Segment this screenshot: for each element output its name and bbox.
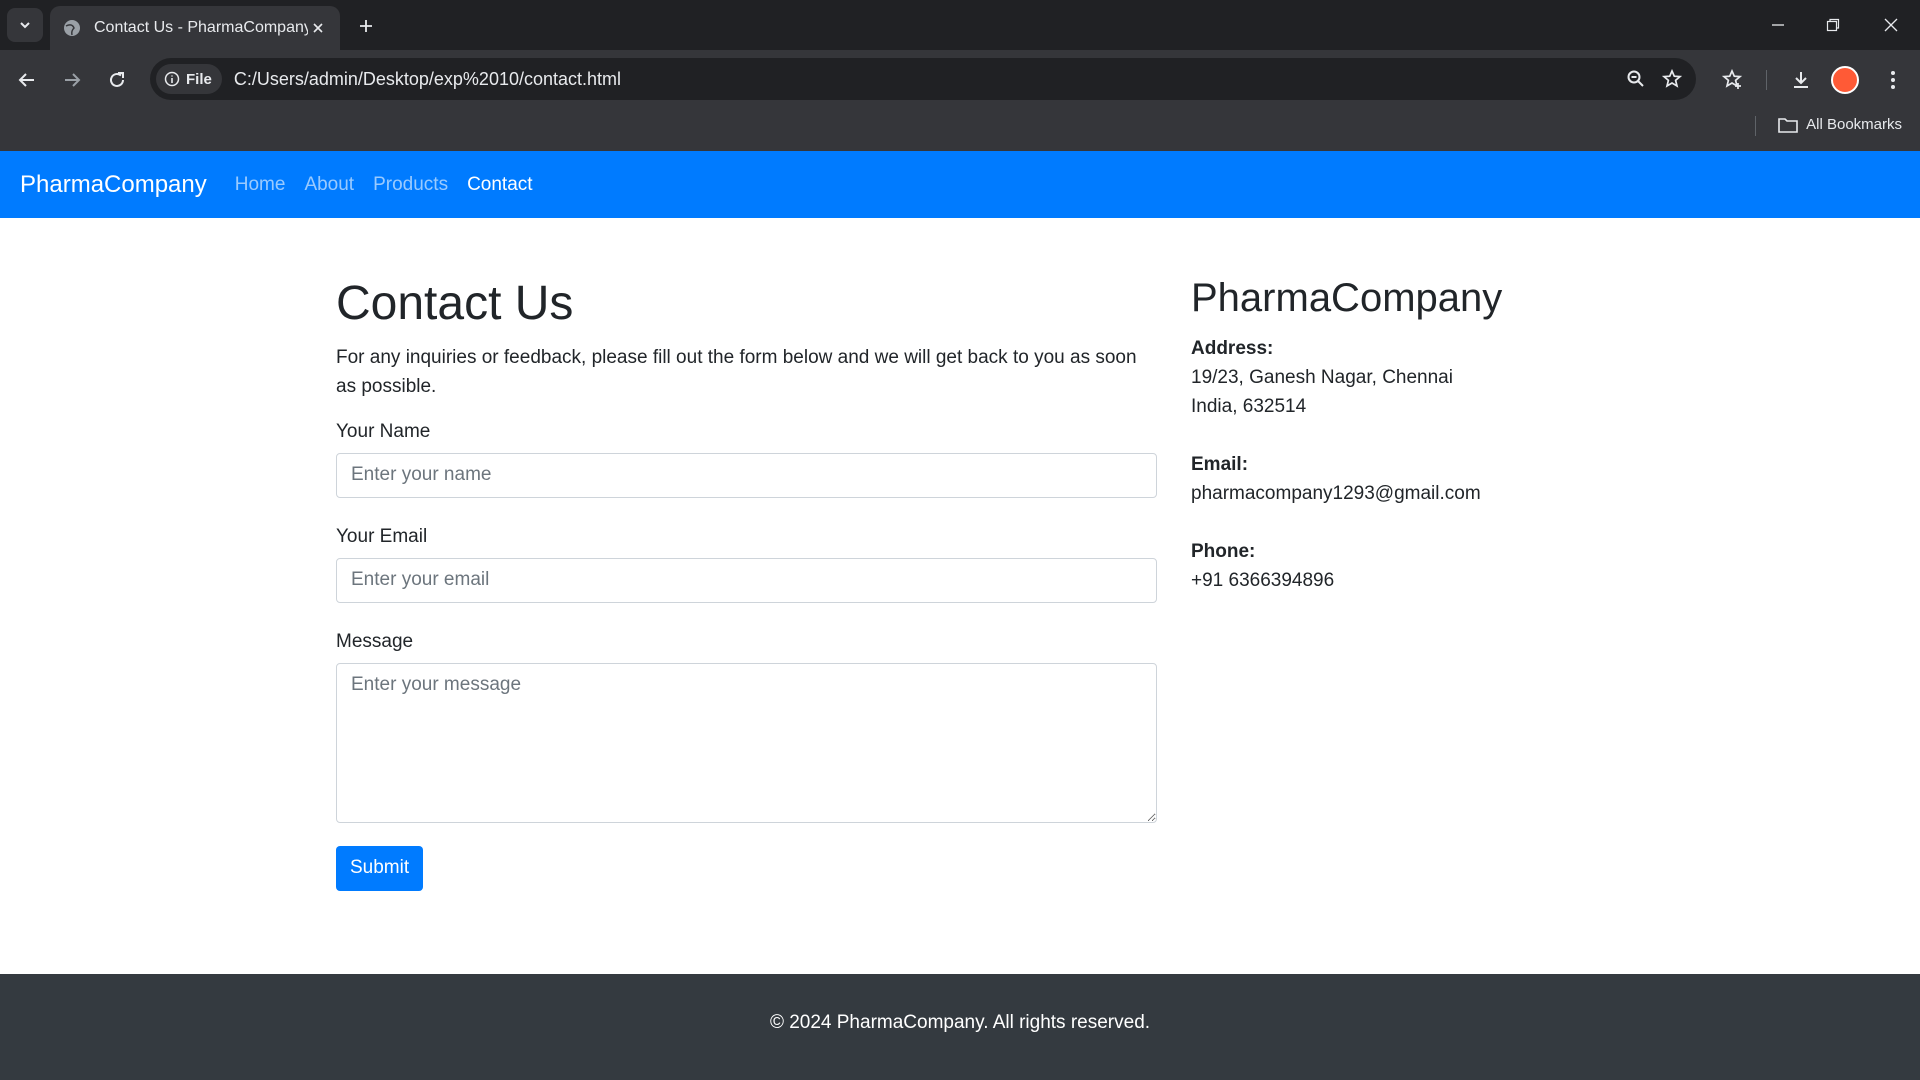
nav-link-products[interactable]: Products [373, 174, 448, 196]
zoom-icon[interactable] [1618, 61, 1654, 97]
reload-button[interactable] [101, 64, 133, 96]
nav-link-about[interactable]: About [304, 174, 354, 196]
arrow-left-icon [18, 73, 34, 87]
close-icon [1884, 18, 1898, 32]
minimize-icon [1772, 24, 1784, 26]
phone-value: +91 6366394896 [1191, 570, 1335, 591]
browser-tab-active[interactable]: Contact Us - PharmaCompany [50, 6, 340, 50]
site-info-label: File [186, 70, 212, 88]
browser-toolbar: File C:/Users/admin/Desktop/exp%2010/con… [0, 50, 1920, 158]
address-bar[interactable]: File C:/Users/admin/Desktop/exp%2010/con… [150, 58, 1696, 100]
email-form-group: Your Email [336, 526, 1157, 603]
address-line-1: 19/23, Ganesh Nagar, Chennai [1191, 367, 1453, 388]
restore-button[interactable] [1818, 10, 1848, 40]
footer-text: © 2024 PharmaCompany. All rights reserve… [769, 1012, 1151, 1033]
site-info-chip[interactable]: File [156, 64, 222, 94]
email-block: Email: pharmacompany1293@gmail.com [1191, 450, 1591, 508]
address-line-2: India, 632514 [1191, 396, 1307, 417]
email-input[interactable] [336, 557, 1157, 603]
bookmarks-manager-icon[interactable] [1714, 62, 1750, 98]
submit-button[interactable]: Submit [336, 845, 424, 891]
name-label: Your Name [336, 420, 431, 442]
arrow-right-icon [65, 73, 81, 87]
email-label: Your Email [336, 525, 428, 547]
browser-tab-bar: Contact Us - PharmaCompany [0, 0, 1920, 50]
tab-close-icon[interactable] [308, 18, 328, 38]
email-info-label: Email: [1191, 454, 1249, 475]
tab-title: Contact Us - PharmaCompany [94, 19, 308, 36]
tab-search-button[interactable] [7, 8, 43, 42]
forward-button[interactable] [56, 64, 88, 96]
new-tab-button[interactable] [352, 12, 380, 40]
name-input[interactable] [336, 452, 1157, 498]
address-label: Address: [1191, 338, 1274, 359]
company-name: PharmaCompany [1191, 276, 1503, 320]
intro-text: For any inquiries or feedback, please fi… [336, 346, 1137, 397]
page-title: Contact Us [336, 277, 574, 330]
message-label: Message [336, 630, 414, 652]
site-navbar: PharmaCompany Home About Products Contac… [0, 151, 1920, 218]
folder-icon [1778, 117, 1798, 133]
chevron-down-icon [20, 22, 30, 29]
bookmarks-divider [1755, 116, 1756, 136]
company-info-section: PharmaCompany Address: 19/23, Ganesh Nag… [1191, 274, 1591, 595]
address-block: Address: 19/23, Ganesh Nagar, Chennai In… [1191, 334, 1591, 421]
phone-block: Phone: +91 6366394896 [1191, 537, 1591, 595]
all-bookmarks-button[interactable]: All Bookmarks [1778, 116, 1902, 133]
all-bookmarks-label: All Bookmarks [1806, 116, 1902, 133]
reload-icon [110, 72, 124, 87]
nav-link-contact[interactable]: Contact [467, 174, 532, 196]
name-form-group: Your Name [336, 421, 1157, 498]
toolbar-divider [1766, 70, 1767, 90]
minimize-button[interactable] [1763, 10, 1793, 40]
more-menu-icon[interactable] [1875, 62, 1911, 98]
url-text[interactable]: C:/Users/admin/Desktop/exp%2010/contact.… [234, 69, 1618, 90]
message-form-group: Message [336, 631, 1157, 828]
globe-icon [62, 18, 82, 38]
site-footer: © 2024 PharmaCompany. All rights reserve… [0, 974, 1920, 1080]
contact-form-section: Contact Us For any inquiries or feedback… [336, 275, 1157, 891]
navbar-brand[interactable]: PharmaCompany [20, 171, 207, 199]
message-textarea[interactable] [336, 662, 1157, 823]
back-button[interactable] [11, 64, 43, 96]
download-icon[interactable] [1783, 62, 1819, 98]
bookmark-star-icon[interactable] [1654, 61, 1690, 97]
restore-icon [1826, 18, 1840, 32]
plus-icon [360, 20, 372, 32]
phone-label: Phone: [1191, 541, 1256, 562]
email-value: pharmacompany1293@gmail.com [1191, 483, 1481, 504]
close-window-button[interactable] [1876, 10, 1906, 40]
profile-avatar[interactable] [1831, 66, 1859, 94]
nav-link-home[interactable]: Home [235, 174, 286, 196]
info-icon [164, 71, 180, 87]
